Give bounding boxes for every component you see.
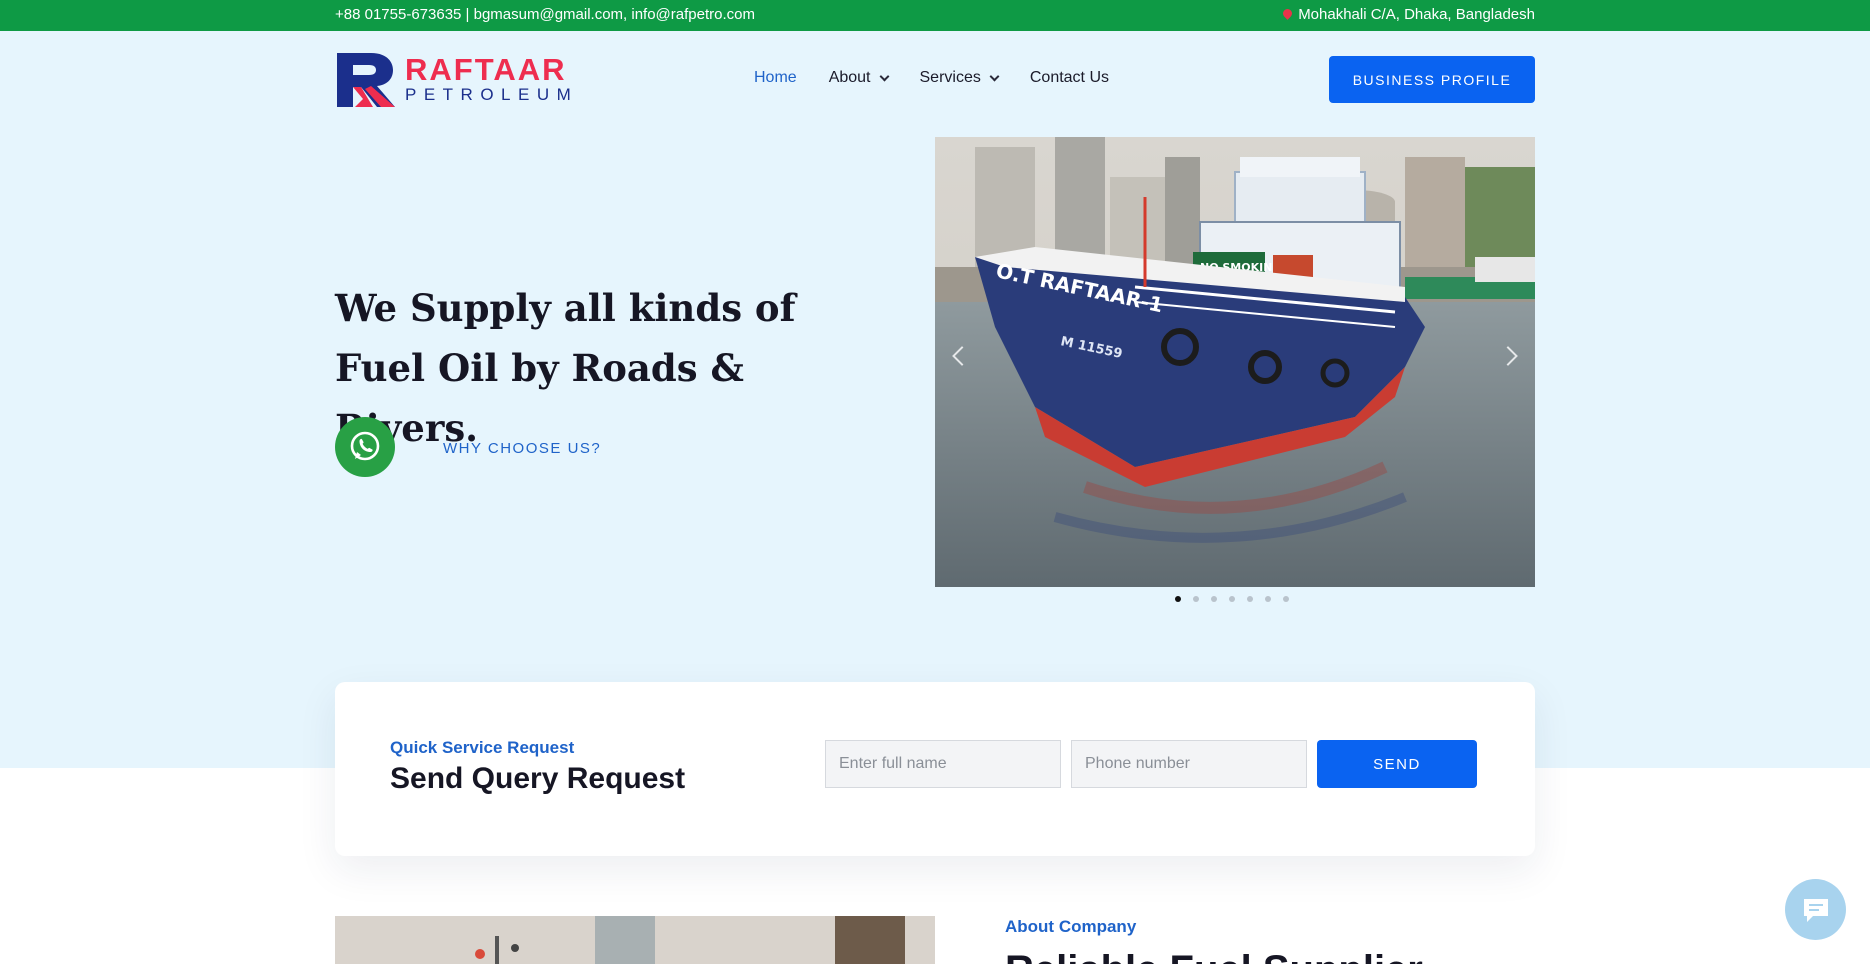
nav-contact[interactable]: Contact Us [1030, 69, 1109, 87]
chevron-down-icon [879, 71, 889, 81]
nav-contact-label: Contact Us [1029, 69, 1109, 86]
chevron-down-icon [989, 71, 1000, 81]
nav-about[interactable]: About [828, 69, 889, 87]
nav-services-label: Services [919, 69, 981, 86]
nav-home[interactable]: Home [754, 69, 797, 87]
chat-widget-button[interactable] [1785, 879, 1846, 940]
whatsapp-icon [350, 431, 380, 461]
address-text: Mohakhali C/A, Dhaka, Bangladesh [1298, 6, 1535, 23]
nav-services[interactable]: Services [919, 69, 1000, 87]
slider-dots [1175, 596, 1289, 602]
phone-number-input[interactable] [1071, 740, 1307, 788]
address: Mohakhali C/A, Dhaka, Bangladesh [1283, 6, 1535, 23]
send-button[interactable]: SEND [1317, 740, 1477, 788]
slider-dot[interactable] [1229, 596, 1235, 602]
whatsapp-button[interactable] [335, 417, 395, 477]
top-bar: +88 01755-673635 | bgmasum@gmail.com, in… [0, 0, 1870, 31]
slider-dot[interactable] [1211, 596, 1217, 602]
nav-about-label: About [828, 69, 871, 86]
about-photo-image [335, 916, 935, 964]
slider-dot[interactable] [1193, 596, 1199, 602]
nav-home-label: Home [754, 69, 797, 86]
slider-dot[interactable] [1283, 596, 1289, 602]
business-profile-button[interactable]: BUSINESS PROFILE [1329, 56, 1535, 103]
map-pin-icon [1283, 9, 1292, 21]
slider-dot[interactable] [1247, 596, 1253, 602]
query-eyebrow: Quick Service Request [390, 738, 575, 757]
full-name-input[interactable] [825, 740, 1061, 788]
contact-info: +88 01755-673635 | bgmasum@gmail.com, in… [335, 6, 755, 23]
chat-bubble-icon [1803, 898, 1828, 922]
query-title: Send Query Request [390, 762, 686, 795]
logo-subtitle: PETROLEUM [405, 85, 579, 104]
logo-name: RAFTAAR [405, 52, 567, 87]
slider-dot[interactable] [1265, 596, 1271, 602]
hero-slider[interactable]: NO SMOKING SAFETY FIRST O.T RAFTAAR-1 M … [935, 137, 1535, 587]
main-nav: Home About Services Contact Us [754, 69, 1141, 87]
slider-dot[interactable] [1175, 596, 1181, 602]
fuel-boat-image: NO SMOKING SAFETY FIRST O.T RAFTAAR-1 M … [935, 137, 1535, 587]
logo-mark-icon [337, 53, 395, 107]
about-title: Reliable Fuel Supplier [1005, 948, 1423, 964]
about-eyebrow: About Company [1005, 917, 1137, 936]
about-image [335, 916, 935, 964]
quick-service-request-card: Quick Service Request Send Query Request… [335, 682, 1535, 856]
site-logo[interactable]: RAFTAAR PETROLEUM [337, 52, 587, 108]
hero-title: We Supply all kinds of Fuel Oil by Roads… [335, 286, 796, 450]
why-choose-us-link[interactable]: WHY CHOOSE US? [443, 440, 601, 457]
